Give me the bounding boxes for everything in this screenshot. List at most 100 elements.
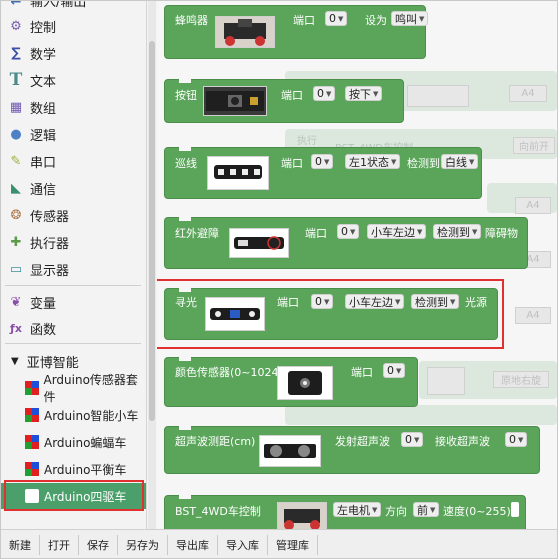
sidebar-sub-balance-car[interactable]: Arduino平衡车 (1, 456, 146, 482)
import-library-button[interactable]: 导入库 (218, 534, 268, 555)
block-title: 按钮 (175, 89, 197, 102)
direction-dropdown[interactable]: 前 ▼ (413, 502, 440, 517)
sidebar-item-text[interactable]: T 文本 (1, 67, 146, 93)
control-icon: ⚙ (10, 18, 22, 34)
sidebar-sub-sensor-kit[interactable]: Arduino传感器套件 (1, 373, 146, 404)
tx-port-dropdown[interactable]: 0 ▼ (401, 432, 424, 447)
port-label: 端口 (293, 14, 315, 27)
cube-icon (25, 381, 39, 395)
variable-icon: ❦ (10, 294, 22, 310)
direction-label: 方向 (385, 505, 407, 518)
ghost-text: A4 (526, 310, 540, 321)
sidebar-item-label: 逻辑 (30, 128, 57, 144)
dropdown-value: 白线 (445, 155, 467, 169)
sidebar-scrollbar[interactable] (148, 1, 156, 529)
dropdown-arrow-icon: ▼ (324, 297, 330, 306)
port-dropdown[interactable]: 0 ▼ (383, 363, 406, 378)
sidebar-sub-bat-car[interactable]: Arduino蝙蝠车 (1, 429, 146, 455)
dropdown-value: 0 (315, 295, 322, 308)
ghost-image (427, 367, 465, 395)
set-label: 设为 (365, 14, 387, 27)
light-side-dropdown[interactable]: 小车左边 ▼ (345, 294, 405, 309)
motor-control-block[interactable]: BST_4WD车控制 左电机 ▼ 方向 前 ▼ 速度(0~255) (164, 495, 526, 529)
open-button[interactable]: 打开 (40, 534, 79, 555)
color-sensor-block[interactable]: 颜色传感器(0~1024) 端口 0 ▼ (164, 357, 418, 407)
detect-label: 检测到 (407, 157, 440, 170)
ultrasonic-block[interactable]: 超声波测距(cm) 发射超声波 0 ▼ 接收超声波 0 ▼ (164, 426, 540, 474)
export-library-button[interactable]: 导出库 (168, 534, 218, 555)
dropdown-value: 检测到 (415, 295, 448, 309)
line-side-dropdown[interactable]: 左1状态 ▼ (345, 154, 401, 169)
dropdown-arrow-icon: ▼ (324, 157, 330, 166)
ghost-text: 原地右旋 (501, 376, 541, 387)
light-detect-dropdown[interactable]: 检测到 ▼ (411, 294, 460, 309)
port-dropdown[interactable]: 0 ▼ (337, 224, 360, 239)
rx-port-dropdown[interactable]: 0 ▼ (505, 432, 528, 447)
color-sensor-image (277, 366, 333, 400)
sidebar-group-yahboom[interactable]: ▼ 亚博智能 (1, 349, 146, 373)
sidebar-item-sensor[interactable]: ❂ 传感器 (1, 202, 146, 228)
ir-obstacle-block[interactable]: 红外避障 端口 0 ▼ 小车左边 ▼ 检测到 ▼ 障碍物 (164, 217, 528, 269)
port-dropdown[interactable]: 0 ▼ (311, 154, 334, 169)
port-dropdown[interactable]: 0 ▼ (311, 294, 334, 309)
sidebar-item-comm[interactable]: ◣ 通信 (1, 175, 146, 201)
dropdown-arrow-icon: ▼ (414, 435, 420, 444)
sidebar-sub-label: Arduino平衡车 (44, 462, 127, 477)
scrollbar-thumb[interactable] (149, 41, 155, 421)
buzzer-block[interactable]: 蜂鸣器 端口 0 ▼ 设为 鸣叫 ▼ (164, 5, 429, 59)
tx-label: 发射超声波 (335, 435, 390, 448)
block-workspace[interactable]: A4 执行 BST_4WD车控制 向前开 A4 A4 A4 原地右旋 蜂鸣器 端… (157, 1, 557, 529)
communication-icon: ◣ (11, 180, 21, 196)
sidebar-item-function[interactable]: ƒx 函数 (1, 315, 146, 341)
speed-label: 速度(0~255) (443, 505, 511, 518)
block-notch (179, 79, 191, 83)
serial-icon: ✎ (10, 153, 22, 169)
sidebar-item-label: 变量 (30, 296, 57, 312)
ir-detect-dropdown[interactable]: 检测到 ▼ (433, 224, 482, 239)
cube-icon (25, 435, 39, 449)
sidebar-divider (5, 343, 141, 344)
line-target-dropdown[interactable]: 白线 ▼ (441, 154, 479, 169)
sidebar-item-label: 显示器 (30, 263, 70, 279)
sidebar-sub-label: Arduino传感器套件 (43, 373, 138, 404)
rx-label: 接收超声波 (435, 435, 490, 448)
buzzer-state-dropdown[interactable]: 鸣叫 ▼ (391, 11, 429, 26)
monitor-icon: ▭ (9, 261, 23, 277)
sidebar-item-math[interactable]: ∑ 数学 (1, 40, 146, 66)
sidebar-item-actuator[interactable]: ✚ 执行器 (1, 229, 146, 255)
sidebar-item-variable[interactable]: ❦ 变量 (1, 289, 146, 315)
dropdown-value: 小车左边 (371, 225, 415, 239)
motor-select-dropdown[interactable]: 左电机 ▼ (333, 502, 382, 517)
button-block[interactable]: 按钮 端口 0 ▼ 按下 ▼ (164, 79, 404, 123)
ultrasonic-sensor-image (259, 435, 321, 467)
ir-side-dropdown[interactable]: 小车左边 ▼ (367, 224, 427, 239)
sidebar-item-display[interactable]: ▭ 显示器 (1, 256, 146, 282)
save-as-button[interactable]: 另存为 (118, 534, 168, 555)
save-button[interactable]: 保存 (79, 534, 118, 555)
new-button[interactable]: 新建 (1, 534, 40, 555)
speed-input-slot[interactable] (511, 502, 519, 517)
sidebar-sub-4wd-car[interactable]: Arduino四驱车 (1, 483, 146, 509)
dropdown-value: 左1状态 (349, 155, 389, 169)
block-title: 红外避障 (175, 227, 219, 240)
dropdown-arrow-icon: ▼ (419, 14, 425, 23)
sidebar-item-serial[interactable]: ✎ 串口 (1, 148, 146, 174)
sidebar-item-io[interactable]: ⇄ 输入/输出 (1, 1, 146, 13)
dropdown-value: 前 (417, 503, 428, 517)
port-dropdown[interactable]: 0 ▼ (325, 11, 348, 26)
block-title: 蜂鸣器 (175, 14, 208, 27)
port-dropdown[interactable]: 0 ▼ (313, 86, 336, 101)
sidebar-item-logic[interactable]: ● 逻辑 (1, 121, 146, 147)
sidebar-item-array[interactable]: ▦ 数组 (1, 94, 146, 120)
cube-icon (25, 462, 39, 476)
ghost-text: 执行 (297, 136, 317, 147)
caret-down-icon: ▼ (11, 355, 19, 367)
sidebar-sub-smart-car[interactable]: Arduino智能小车 (1, 402, 146, 428)
dropdown-value: 左电机 (337, 503, 370, 517)
block-title: 巡线 (175, 157, 197, 170)
sidebar-item-control[interactable]: ⚙ 控制 (1, 13, 146, 39)
button-state-dropdown[interactable]: 按下 ▼ (345, 86, 383, 101)
line-tracking-block[interactable]: 巡线 端口 0 ▼ 左1状态 ▼ 检测到 白线 ▼ (164, 147, 482, 199)
light-seek-block[interactable]: 寻光 端口 0 ▼ 小车左边 ▼ 检测到 ▼ 光源 (164, 288, 498, 340)
manage-library-button[interactable]: 管理库 (268, 534, 318, 555)
